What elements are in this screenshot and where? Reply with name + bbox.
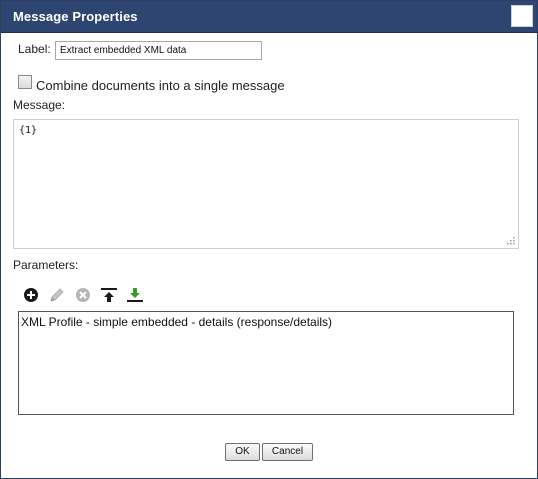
message-caption: Message: [13, 98, 66, 112]
cancel-button[interactable]: Cancel [262, 443, 313, 461]
resize-handle-icon[interactable] [505, 235, 515, 245]
parameters-list[interactable]: XML Profile - simple embedded - details … [18, 311, 514, 415]
combine-documents-label[interactable]: Combine documents into a single message [36, 78, 285, 93]
edit-icon[interactable] [48, 286, 66, 304]
message-text: {1} [19, 125, 38, 136]
message-textarea[interactable]: {1} [13, 119, 519, 249]
dialog-title: Message Properties [13, 9, 138, 24]
delete-icon[interactable] [74, 286, 92, 304]
list-item[interactable]: XML Profile - simple embedded - details … [21, 315, 332, 329]
label-caption: Label: [18, 42, 51, 56]
add-icon[interactable] [22, 286, 40, 304]
combine-documents-checkbox[interactable] [18, 75, 32, 89]
ok-button[interactable]: OK [225, 443, 260, 461]
move-to-bottom-icon[interactable] [126, 286, 144, 304]
label-input[interactable]: Extract embedded XML data [55, 41, 262, 60]
parameters-caption: Parameters: [13, 258, 79, 272]
dialog-titlebar: Message Properties [1, 1, 537, 33]
move-to-top-icon[interactable] [100, 286, 118, 304]
close-icon[interactable] [511, 5, 533, 27]
